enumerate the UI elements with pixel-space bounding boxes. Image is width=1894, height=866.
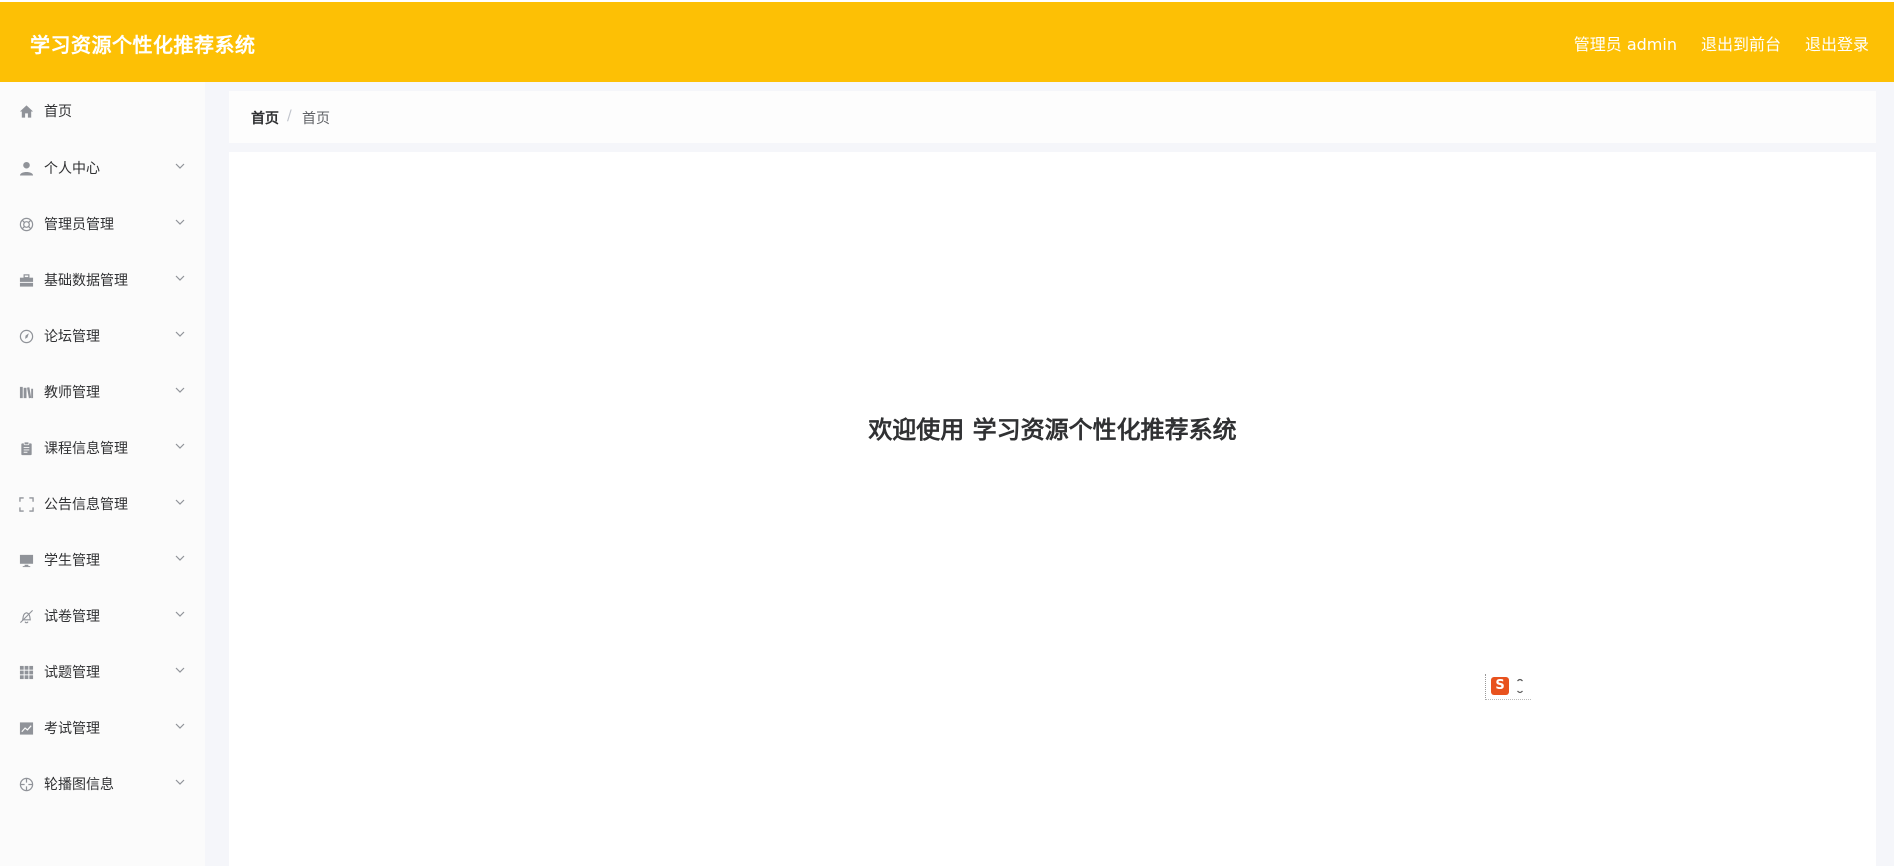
sidebar-item-label: 课程信息管理	[44, 441, 128, 457]
top-header: 学习资源个性化推荐系统 管理员 admin 退出到前台 退出登录	[0, 0, 1894, 82]
sidebar-item-basic-data[interactable]: 基础数据管理	[0, 260, 205, 300]
sidebar-item-personal-center[interactable]: 个人中心	[0, 148, 205, 188]
chevron-down-icon	[174, 272, 186, 284]
welcome-message: 欢迎使用 学习资源个性化推荐系统	[868, 416, 1237, 444]
exit-to-frontend-link[interactable]: 退出到前台	[1701, 31, 1781, 55]
sidebar-item-course-info[interactable]: 课程信息管理	[0, 428, 205, 468]
chevron-down-icon	[174, 608, 186, 620]
fullscreen-icon	[19, 497, 34, 512]
sidebar-item-carousel[interactable]: 轮播图信息	[0, 764, 205, 804]
sidebar-item-teacher[interactable]: 教师管理	[0, 372, 205, 412]
sidebar-menu: 首页 个人中心 管理员管理 基础数据管理 论坛管理 教师管理 课程信息管理 公告…	[0, 82, 205, 866]
chart-icon	[19, 721, 34, 736]
sidebar-item-student[interactable]: 学生管理	[0, 540, 205, 580]
bell-off-icon	[19, 609, 34, 624]
chevron-down-icon	[174, 160, 186, 172]
header-links: 管理员 admin 退出到前台 退出登录	[1550, 31, 1869, 55]
briefcase-icon	[19, 273, 34, 288]
chevron-down-icon	[174, 664, 186, 676]
sidebar-item-home[interactable]: 首页	[0, 91, 205, 131]
chevron-down-icon	[174, 496, 186, 508]
books-icon	[19, 385, 34, 400]
compass-icon	[19, 329, 34, 344]
app-title: 学习资源个性化推荐系统	[30, 33, 256, 57]
sidebar-item-label: 考试管理	[44, 721, 100, 737]
sidebar-item-label: 个人中心	[44, 161, 100, 177]
sidebar-item-label: 公告信息管理	[44, 497, 128, 513]
sidebar-item-label: 试卷管理	[44, 609, 100, 625]
sidebar-item-question[interactable]: 试题管理	[0, 652, 205, 692]
chevron-down-icon	[174, 720, 186, 732]
sidebar-item-forum[interactable]: 论坛管理	[0, 316, 205, 356]
sidebar-item-label: 管理员管理	[44, 217, 114, 233]
sidebar-item-label: 学生管理	[44, 553, 100, 569]
breadcrumb-current: 首页	[302, 111, 330, 127]
sidebar-item-exam[interactable]: 考试管理	[0, 708, 205, 748]
clipboard-icon	[19, 441, 34, 456]
admin-user-link[interactable]: 管理员 admin	[1574, 31, 1677, 55]
sidebar-item-label: 首页	[44, 104, 72, 120]
grid-icon	[19, 665, 34, 680]
chevron-down-icon	[174, 552, 186, 564]
sidebar-item-label: 基础数据管理	[44, 273, 128, 289]
chevron-down-icon	[174, 776, 186, 788]
chevron-down-icon	[174, 216, 186, 228]
logout-link[interactable]: 退出登录	[1805, 31, 1869, 55]
sidebar-item-admin-management[interactable]: 管理员管理	[0, 204, 205, 244]
sidebar-item-label: 试题管理	[44, 665, 100, 681]
sidebar-item-announcement[interactable]: 公告信息管理	[0, 484, 205, 524]
main-content: 欢迎使用 学习资源个性化推荐系统 S	[229, 152, 1876, 866]
breadcrumb-home-link[interactable]: 首页	[251, 108, 279, 128]
breadcrumb-separator: /	[287, 108, 292, 124]
chevron-down-icon	[174, 384, 186, 396]
sidebar-item-label: 教师管理	[44, 385, 100, 401]
ime-punctuation-icon[interactable]	[1516, 677, 1524, 695]
chevron-down-icon	[174, 440, 186, 452]
lifebuoy-icon	[19, 217, 34, 232]
user-icon	[19, 161, 34, 176]
sidebar-item-label: 论坛管理	[44, 329, 100, 345]
sogou-ime-logo-icon[interactable]: S	[1491, 677, 1509, 695]
aperture-icon	[19, 777, 34, 792]
sidebar-item-exam-paper[interactable]: 试卷管理	[0, 596, 205, 636]
sidebar-item-label: 轮播图信息	[44, 777, 114, 793]
breadcrumb: 首页 / 首页	[229, 91, 1876, 143]
chevron-down-icon	[174, 328, 186, 340]
home-icon	[19, 104, 34, 119]
monitor-icon	[19, 553, 34, 568]
ime-toolbar[interactable]: S	[1485, 674, 1531, 700]
